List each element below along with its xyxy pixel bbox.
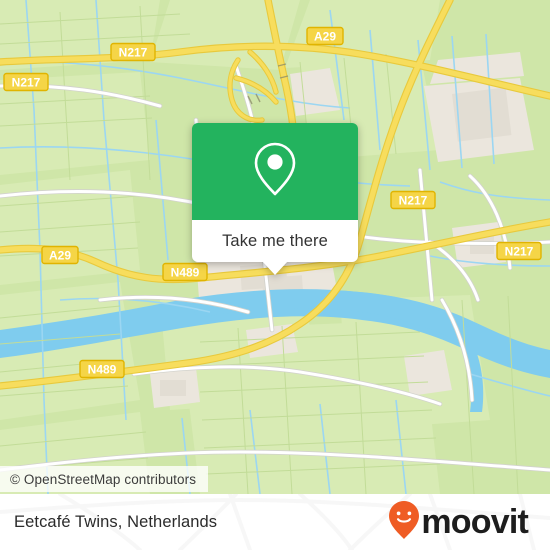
road-shield-n217-4: N217 bbox=[496, 241, 542, 261]
svg-text:A29: A29 bbox=[49, 248, 71, 262]
road-shield-n217-0: N217 bbox=[110, 42, 156, 62]
moovit-map-screenshot: N217 N217 A29 N217 N217 A29 N489 N489 © OpenStr… bbox=[0, 0, 550, 550]
svg-text:N217: N217 bbox=[12, 75, 41, 89]
take-me-there-label: Take me there bbox=[222, 231, 328, 250]
svg-text:N489: N489 bbox=[171, 265, 200, 279]
road-shield-a29-5: A29 bbox=[41, 245, 79, 265]
svg-text:N489: N489 bbox=[88, 362, 117, 376]
footer-bar: Eetcafé Twins, Netherlands moovit bbox=[0, 494, 550, 550]
location-pin-icon bbox=[252, 141, 298, 202]
osm-attribution[interactable]: © OpenStreetMap contributors bbox=[0, 466, 209, 492]
road-shield-n489-6: N489 bbox=[162, 262, 208, 282]
place-name-label: Eetcafé Twins, Netherlands bbox=[14, 512, 218, 531]
svg-text:A29: A29 bbox=[314, 29, 336, 43]
callout-action-bar[interactable]: Take me there bbox=[192, 220, 358, 275]
moovit-pin-icon bbox=[389, 500, 420, 544]
callout-header bbox=[192, 123, 358, 220]
road-shield-n489-7: N489 bbox=[79, 359, 125, 379]
svg-text:N217: N217 bbox=[399, 193, 428, 207]
place-callout-card[interactable]: Take me there bbox=[192, 123, 358, 275]
callout-tail bbox=[262, 261, 288, 275]
svg-text:N217: N217 bbox=[119, 45, 148, 59]
svg-text:N217: N217 bbox=[505, 244, 534, 258]
road-shield-n217-1: N217 bbox=[3, 72, 49, 92]
road-shield-a29-2: A29 bbox=[306, 26, 344, 46]
road-shield-n217-3: N217 bbox=[390, 190, 436, 210]
moovit-wordmark: moovit bbox=[421, 503, 528, 541]
moovit-logo[interactable]: moovit bbox=[389, 500, 529, 544]
